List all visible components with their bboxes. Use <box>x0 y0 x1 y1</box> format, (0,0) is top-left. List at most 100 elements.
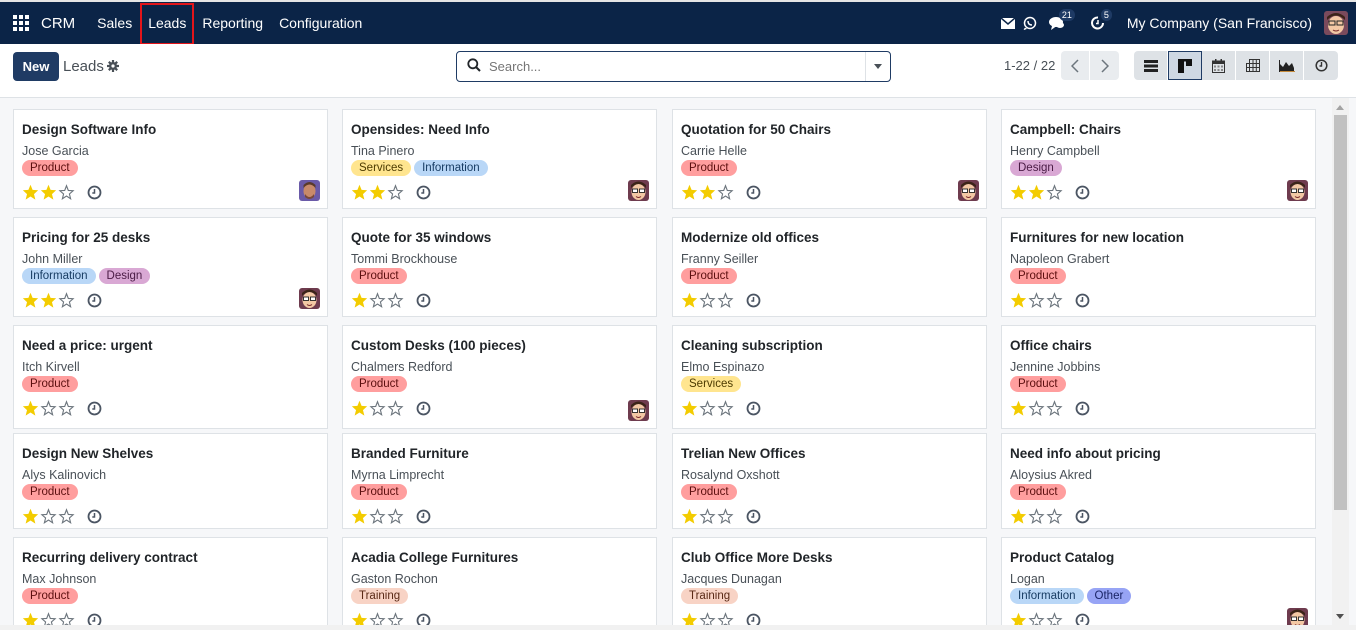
star-empty-icon[interactable] <box>387 508 404 524</box>
star-empty-icon[interactable] <box>369 400 386 416</box>
activity-clock-icon[interactable] <box>416 509 431 524</box>
graph-view-button[interactable] <box>1270 51 1304 80</box>
app-brand[interactable]: CRM <box>41 15 75 32</box>
star-filled-icon[interactable] <box>699 184 716 200</box>
star-filled-icon[interactable] <box>681 292 698 308</box>
app-menu-icon[interactable] <box>10 12 32 34</box>
star-filled-icon[interactable] <box>351 508 368 524</box>
salesperson-avatar[interactable] <box>299 288 320 309</box>
scroll-up-arrow[interactable] <box>1336 105 1344 110</box>
activity-clock-icon[interactable] <box>87 293 102 308</box>
lead-card[interactable]: Product Catalog Logan Information Other <box>1001 537 1316 630</box>
star-filled-icon[interactable] <box>22 508 39 524</box>
lead-card[interactable]: Acadia College Furnitures Gaston Rochon Tr… <box>342 537 657 630</box>
company-switcher[interactable]: My Company (San Francisco) <box>1127 15 1312 31</box>
lead-card[interactable]: Pricing for 25 desks John Miller Informati… <box>13 217 328 317</box>
activity-view-button[interactable] <box>1304 51 1338 80</box>
star-empty-icon[interactable] <box>1046 292 1063 308</box>
activity-clock-icon[interactable] <box>1075 509 1090 524</box>
star-empty-icon[interactable] <box>58 508 75 524</box>
star-empty-icon[interactable] <box>369 292 386 308</box>
star-empty-icon[interactable] <box>1046 508 1063 524</box>
lead-card[interactable]: Custom Desks (100 pieces) Chalmers Redfor… <box>342 325 657 429</box>
lead-card[interactable]: Opensides: Need Info Tina Pinero Services I… <box>342 109 657 209</box>
pivot-view-button[interactable] <box>1236 51 1270 80</box>
lead-card[interactable]: Furnitures for new location Napoleon Grab… <box>1001 217 1316 317</box>
pager-previous-button[interactable] <box>1061 51 1090 80</box>
star-empty-icon[interactable] <box>717 184 734 200</box>
whatsapp-icon[interactable] <box>1023 16 1037 30</box>
star-empty-icon[interactable] <box>58 292 75 308</box>
activity-clock-icon[interactable] <box>87 509 102 524</box>
star-empty-icon[interactable] <box>717 400 734 416</box>
star-filled-icon[interactable] <box>22 184 39 200</box>
pager-next-button[interactable] <box>1090 51 1119 80</box>
mail-icon[interactable] <box>1000 17 1015 29</box>
star-empty-icon[interactable] <box>58 184 75 200</box>
star-filled-icon[interactable] <box>1010 292 1027 308</box>
star-filled-icon[interactable] <box>1010 508 1027 524</box>
lead-card[interactable]: Design Software Info Jose Garcia Product <box>13 109 328 209</box>
lead-card[interactable]: Club Office More Desks Jacques Dunagan Tra… <box>672 537 987 630</box>
menu-leads[interactable]: Leads <box>140 3 195 45</box>
star-filled-icon[interactable] <box>351 184 368 200</box>
star-filled-icon[interactable] <box>369 184 386 200</box>
star-filled-icon[interactable] <box>681 400 698 416</box>
lead-card[interactable]: Recurring delivery contract Max Johnson Pr… <box>13 537 328 630</box>
activity-clock-icon[interactable] <box>746 293 761 308</box>
lead-card[interactable]: Campbell: Chairs Henry Campbell Design <box>1001 109 1316 209</box>
activity-clock-icon[interactable] <box>746 401 761 416</box>
lead-card[interactable]: Quote for 35 windows Tommi Brockhouse Prod… <box>342 217 657 317</box>
activity-clock-icon[interactable] <box>87 185 102 200</box>
star-empty-icon[interactable] <box>717 292 734 308</box>
new-button[interactable]: New <box>13 52 59 81</box>
activity-clock-icon[interactable] <box>416 401 431 416</box>
star-filled-icon[interactable] <box>351 400 368 416</box>
gear-icon[interactable] <box>107 60 119 75</box>
star-empty-icon[interactable] <box>387 184 404 200</box>
star-empty-icon[interactable] <box>40 400 57 416</box>
salesperson-avatar[interactable] <box>299 180 320 201</box>
star-filled-icon[interactable] <box>22 292 39 308</box>
activity-clock-icon[interactable] <box>1075 185 1090 200</box>
kanban-view-button[interactable] <box>1168 51 1202 80</box>
activity-clock-icon[interactable] <box>1075 401 1090 416</box>
star-empty-icon[interactable] <box>1046 400 1063 416</box>
lead-card[interactable]: Design New Shelves Alys Kalinovich Product <box>13 433 328 529</box>
star-empty-icon[interactable] <box>387 400 404 416</box>
star-empty-icon[interactable] <box>1046 184 1063 200</box>
messages-icon[interactable]: 21 <box>1048 9 1075 30</box>
pager-value[interactable]: 1-22 / 22 <box>1004 58 1055 73</box>
lead-card[interactable]: Need a price: urgent Itch Kirvell Product <box>13 325 328 429</box>
vertical-scrollbar[interactable] <box>1332 98 1349 630</box>
star-empty-icon[interactable] <box>40 508 57 524</box>
star-empty-icon[interactable] <box>1028 292 1045 308</box>
star-filled-icon[interactable] <box>40 292 57 308</box>
lead-card[interactable]: Cleaning subscription Elmo Espinazo Servic… <box>672 325 987 429</box>
star-filled-icon[interactable] <box>681 508 698 524</box>
horizontal-scrollbar[interactable] <box>0 625 1356 630</box>
search-input[interactable] <box>489 52 865 81</box>
star-empty-icon[interactable] <box>387 292 404 308</box>
star-filled-icon[interactable] <box>1010 400 1027 416</box>
activity-clock-icon[interactable] <box>746 185 761 200</box>
star-filled-icon[interactable] <box>1028 184 1045 200</box>
star-filled-icon[interactable] <box>22 400 39 416</box>
lead-card[interactable]: Trelian New Offices Rosalynd Oxshott Produ… <box>672 433 987 529</box>
list-view-button[interactable] <box>1134 51 1168 80</box>
star-empty-icon[interactable] <box>369 508 386 524</box>
star-filled-icon[interactable] <box>351 292 368 308</box>
lead-card[interactable]: Quotation for 50 Chairs Carrie Helle Produ… <box>672 109 987 209</box>
star-empty-icon[interactable] <box>1028 508 1045 524</box>
lead-card[interactable]: Need info about pricing Aloysius Akred Pro… <box>1001 433 1316 529</box>
star-filled-icon[interactable] <box>1010 184 1027 200</box>
menu-reporting[interactable]: Reporting <box>194 3 271 43</box>
activity-clock-icon[interactable] <box>746 509 761 524</box>
salesperson-avatar[interactable] <box>628 400 649 421</box>
activity-clock-icon[interactable] <box>416 293 431 308</box>
activities-icon[interactable]: 5 <box>1090 9 1112 30</box>
menu-sales[interactable]: Sales <box>89 3 140 43</box>
user-avatar[interactable] <box>1324 11 1348 35</box>
star-empty-icon[interactable] <box>699 292 716 308</box>
menu-configuration[interactable]: Configuration <box>271 3 370 43</box>
